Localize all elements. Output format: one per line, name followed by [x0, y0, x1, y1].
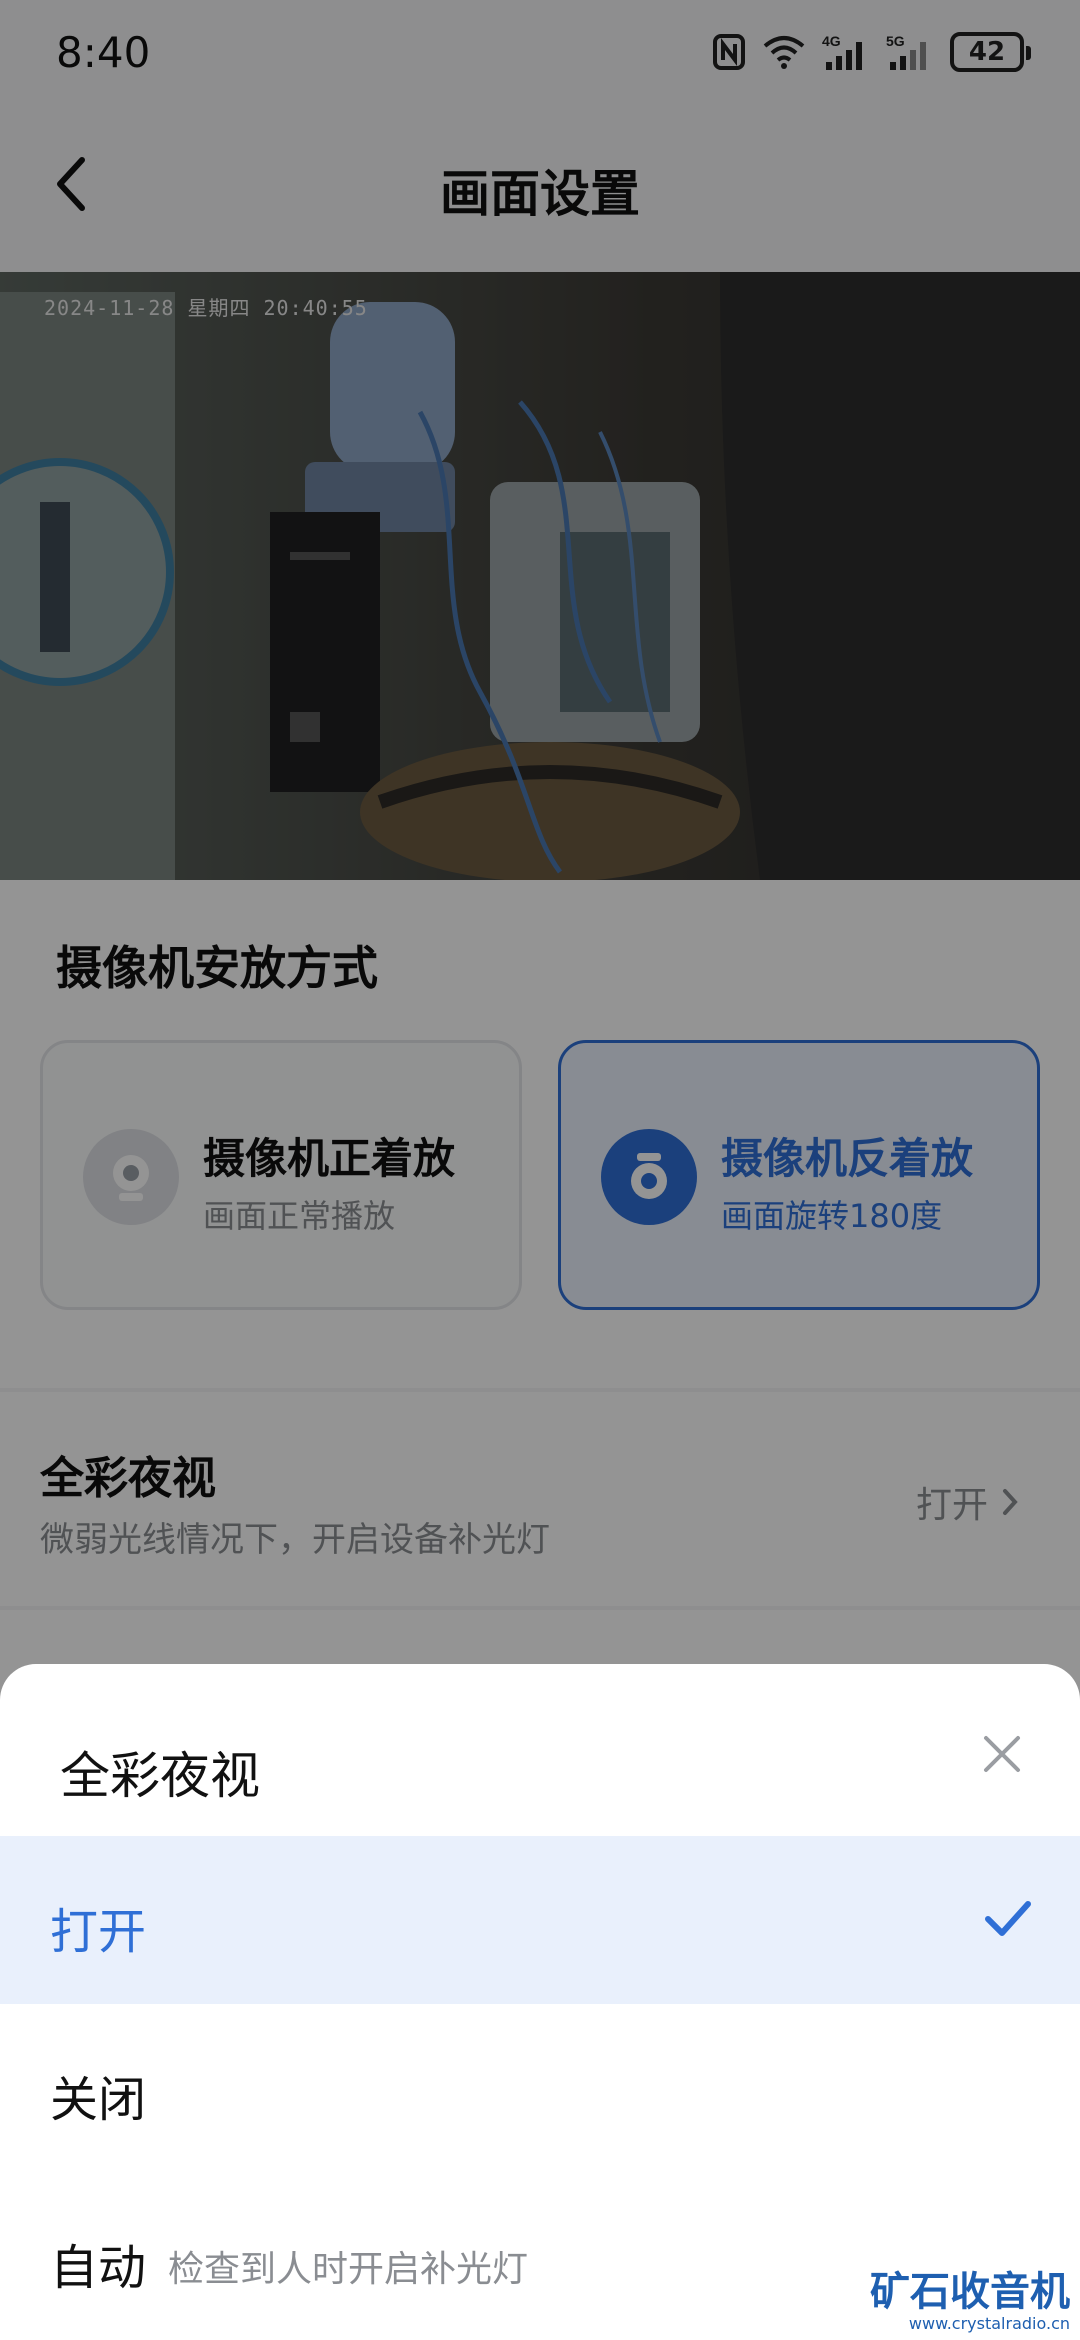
sheet-option-off[interactable]: 关闭 [0, 2004, 1080, 2172]
sheet-option-auto-label: 自动 [50, 2240, 147, 2296]
check-icon [985, 1901, 1031, 1936]
sheet-option-on[interactable]: 打开 [0, 1836, 1080, 2004]
sheet-option-auto-desc: 检查到人时开启补光灯 [168, 2249, 529, 2290]
close-icon [984, 1736, 1020, 1772]
night-vision-sheet: 全彩夜视 打开 关闭 自动 检查到人时开启补光灯 矿石收音机 www.cryst… [0, 1664, 1080, 2340]
watermark: 矿石收音机 www.crystalradio.cn [870, 2270, 1070, 2334]
watermark-brand: 矿石收音机 [870, 2269, 1070, 2315]
sheet-title: 全彩夜视 [60, 1747, 260, 1805]
sheet-option-on-label: 打开 [50, 1904, 147, 1960]
sheet-close-button[interactable] [964, 1716, 1040, 1792]
watermark-site: www.crystalradio.cn [908, 2314, 1070, 2333]
sheet-option-off-label: 关闭 [50, 2072, 147, 2128]
